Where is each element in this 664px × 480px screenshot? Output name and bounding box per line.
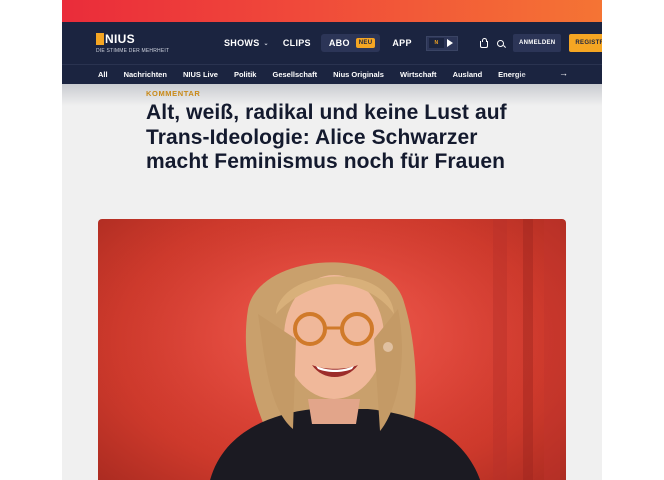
- logo-mark: NIUS: [96, 32, 176, 46]
- header-actions: ANMELDEN REGISTRI: [480, 22, 602, 64]
- page: NIUS DIE STIMME DER MEHRHEIT SHOWS ⌄ CLI…: [0, 0, 664, 480]
- register-button[interactable]: REGISTRI: [569, 34, 602, 52]
- logo-text: NIUS: [105, 32, 135, 46]
- top-gradient-strip: [62, 0, 602, 22]
- category-gesellschaft[interactable]: Gesellschaft: [272, 70, 317, 79]
- hero-image[interactable]: [98, 219, 566, 480]
- article-kicker[interactable]: KOMMENTAR: [146, 89, 200, 98]
- nav-clips[interactable]: CLIPS: [283, 38, 311, 48]
- arrow-right-icon[interactable]: →: [559, 68, 568, 78]
- nav-shows-label: SHOWS: [224, 38, 260, 48]
- hero-photo-illustration: [98, 219, 566, 480]
- search-icon: [497, 39, 504, 47]
- category-nav: All Nachrichten NIUS Live Politik Gesell…: [62, 64, 602, 84]
- chevron-down-icon: ⌄: [263, 40, 269, 47]
- browser-viewport: NIUS DIE STIMME DER MEHRHEIT SHOWS ⌄ CLI…: [62, 0, 602, 480]
- app-live-button[interactable]: N: [425, 35, 458, 51]
- tv-icon: N: [428, 38, 444, 48]
- category-nius-live[interactable]: NIUS Live: [183, 70, 218, 79]
- nav-shows[interactable]: SHOWS ⌄: [224, 38, 269, 48]
- nav-app[interactable]: APP: [392, 38, 411, 48]
- category-politik[interactable]: Politik: [234, 70, 257, 79]
- subnav-fade: [514, 65, 554, 84]
- site-logo[interactable]: NIUS DIE STIMME DER MEHRHEIT: [96, 32, 176, 54]
- shopping-bag-icon: [480, 37, 488, 48]
- header-nav: SHOWS ⌄ CLIPS ABO NEU APP N: [224, 22, 458, 64]
- login-button[interactable]: ANMELDEN: [513, 34, 562, 52]
- category-nius-originals[interactable]: Nius Originals: [333, 70, 384, 79]
- site-header: NIUS DIE STIMME DER MEHRHEIT SHOWS ⌄ CLI…: [62, 22, 602, 64]
- nav-abo[interactable]: ABO NEU: [320, 34, 381, 52]
- search-button[interactable]: [497, 39, 504, 47]
- category-wirtschaft[interactable]: Wirtschaft: [400, 70, 437, 79]
- category-all[interactable]: All: [98, 70, 108, 79]
- article-headline: Alt, weiß, radikal und keine Lust auf Tr…: [146, 101, 507, 173]
- category-nachrichten[interactable]: Nachrichten: [124, 70, 167, 79]
- logo-tagline: DIE STIMME DER MEHRHEIT: [96, 48, 170, 54]
- play-icon: [446, 39, 453, 47]
- nav-abo-label: ABO: [328, 38, 350, 48]
- logo-box-icon: [96, 33, 104, 45]
- shopping-bag-button[interactable]: [480, 37, 488, 48]
- category-ausland[interactable]: Ausland: [453, 70, 483, 79]
- new-badge: NEU: [355, 38, 376, 48]
